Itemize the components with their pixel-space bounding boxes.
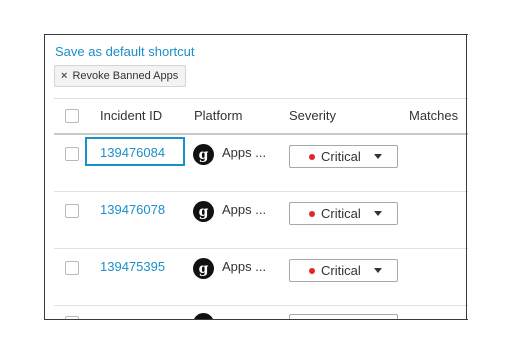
severity-value: Critical bbox=[321, 149, 361, 164]
incident-id-link[interactable]: 139476084 bbox=[100, 145, 165, 160]
table-header: Incident ID Platform Severity Matches bbox=[54, 98, 468, 135]
column-header-severity[interactable]: Severity bbox=[289, 108, 336, 123]
incident-id-link[interactable]: 139476078 bbox=[100, 202, 165, 217]
incidents-panel: Save as default shortcut × Revoke Banned… bbox=[44, 34, 468, 320]
platform-name: Apps ... bbox=[222, 259, 267, 274]
select-all-checkbox[interactable] bbox=[65, 109, 79, 123]
severity-dropdown[interactable] bbox=[289, 314, 398, 319]
column-header-matches[interactable]: Matches bbox=[409, 108, 458, 123]
row-checkbox[interactable] bbox=[65, 316, 79, 319]
row-checkbox[interactable] bbox=[65, 204, 79, 218]
severity-dropdown[interactable]: Critical bbox=[289, 202, 398, 225]
g-logo-icon: g bbox=[193, 258, 214, 279]
column-header-incident-id[interactable]: Incident ID bbox=[100, 108, 162, 123]
caret-down-icon bbox=[373, 154, 382, 159]
caret-down-icon bbox=[373, 268, 382, 273]
severity-dropdown[interactable]: Critical bbox=[289, 259, 398, 282]
red-dot-icon bbox=[309, 153, 315, 160]
save-default-shortcut-link[interactable]: Save as default shortcut bbox=[55, 44, 194, 59]
red-dot-icon bbox=[309, 210, 315, 217]
platform-name: Apps ... bbox=[222, 202, 267, 217]
g-logo-icon: g bbox=[193, 201, 214, 222]
row-checkbox[interactable] bbox=[65, 147, 79, 161]
table-row: 139476084 g Apps ... Critical bbox=[54, 134, 468, 192]
incident-id-link[interactable]: 139475395 bbox=[100, 259, 165, 274]
platform-name: Apps ... bbox=[222, 145, 267, 160]
table-row: 139475395 g Apps ... Critical bbox=[54, 248, 468, 306]
table-row-partial bbox=[54, 303, 468, 319]
table-row: 139476078 g Apps ... Critical bbox=[54, 191, 468, 249]
caret-down-icon bbox=[373, 211, 382, 216]
close-icon[interactable]: × bbox=[61, 70, 67, 82]
row-checkbox[interactable] bbox=[65, 261, 79, 275]
column-header-platform[interactable]: Platform bbox=[194, 108, 242, 123]
severity-value: Critical bbox=[321, 206, 361, 221]
panel-border bbox=[466, 34, 467, 320]
filter-chip-label: Revoke Banned Apps bbox=[72, 70, 179, 82]
filter-chip-revoke-banned-apps[interactable]: × Revoke Banned Apps bbox=[54, 65, 187, 87]
severity-dropdown[interactable]: Critical bbox=[289, 145, 398, 168]
g-logo-icon bbox=[193, 313, 214, 319]
g-logo-icon: g bbox=[193, 144, 214, 165]
severity-value: Critical bbox=[321, 263, 361, 278]
red-dot-icon bbox=[309, 267, 315, 274]
